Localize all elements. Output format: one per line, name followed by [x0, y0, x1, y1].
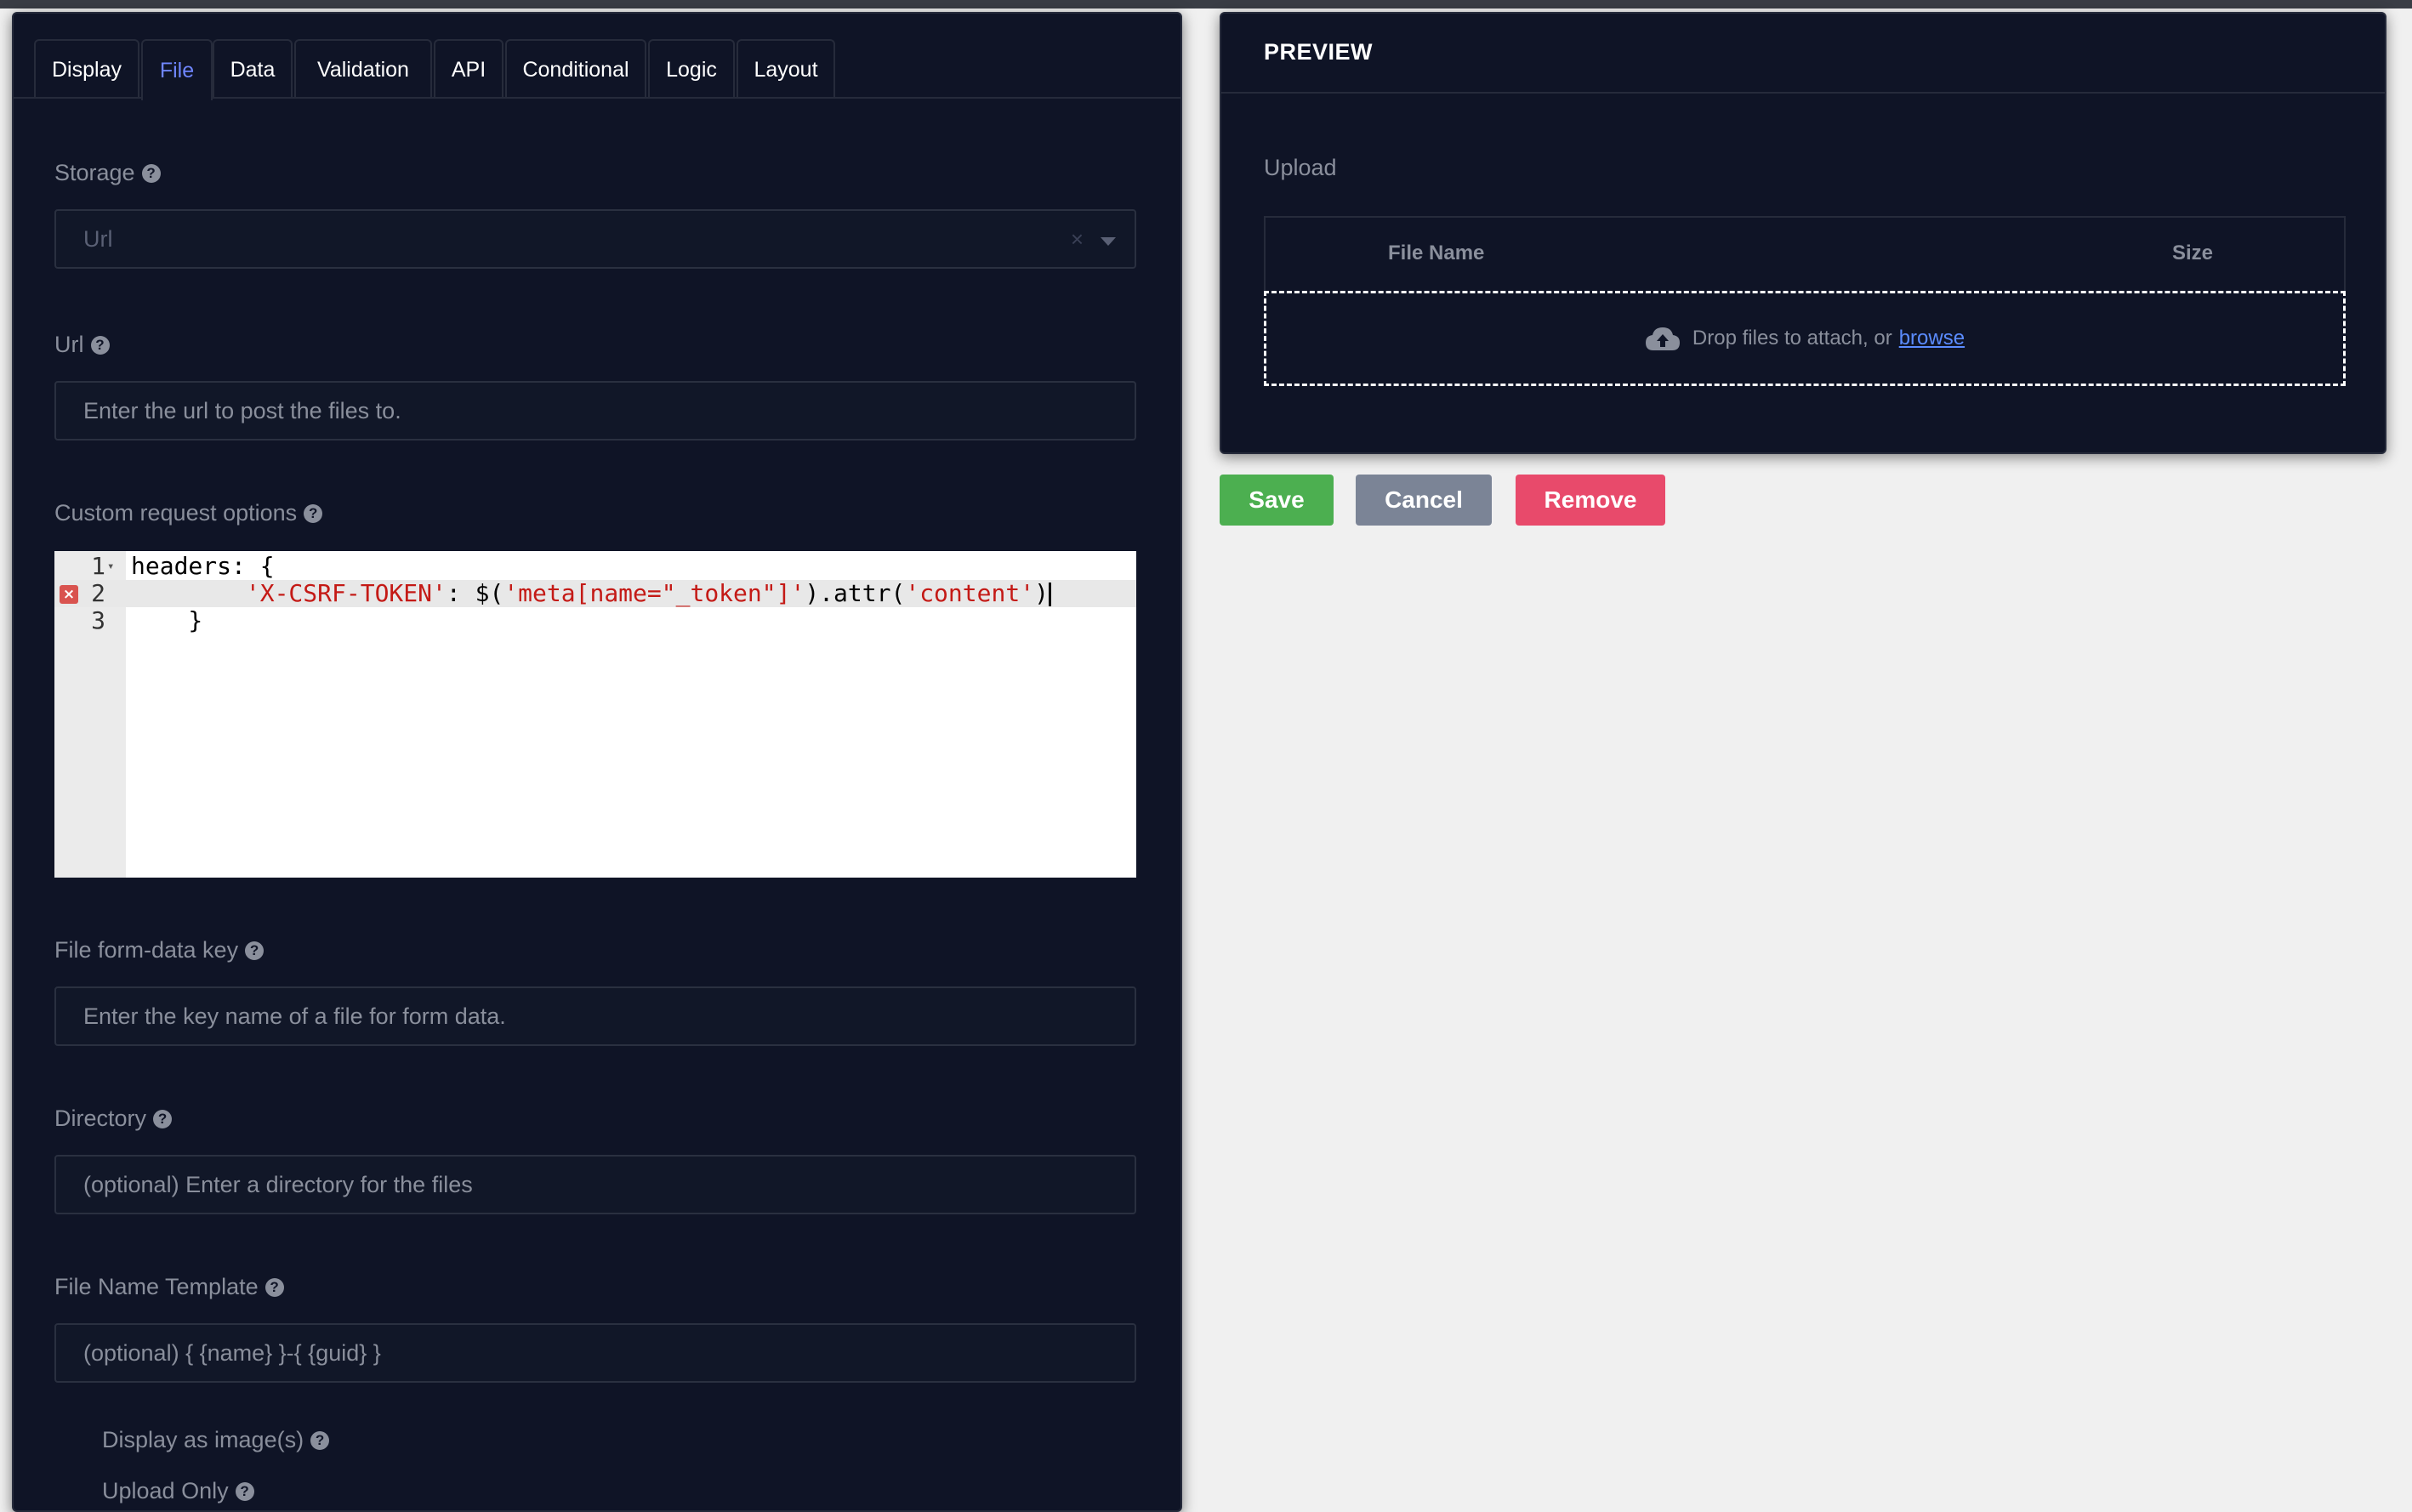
- storage-label-text: Storage: [54, 160, 135, 185]
- directory-label-text: Directory: [54, 1106, 147, 1131]
- url-input[interactable]: Enter the url to post the files to.: [54, 381, 1136, 441]
- display-as-image-label: Display as image(s): [102, 1427, 304, 1452]
- line-number: 2: [91, 579, 105, 607]
- text-cursor: [1048, 583, 1051, 606]
- tab-file[interactable]: File: [141, 39, 213, 100]
- code-line[interactable]: × 2 'X-CSRF-TOKEN': $('meta[name="_token…: [54, 580, 1136, 607]
- help-icon[interactable]: ?: [141, 163, 161, 183]
- storage-select-value: Url: [83, 225, 113, 252]
- window-top-strip: [0, 0, 2412, 9]
- file-name-template-label-text: File Name Template: [54, 1274, 259, 1299]
- file-name-template-label: File Name Template ?: [54, 1274, 284, 1300]
- column-header-size: Size: [2172, 242, 2214, 264]
- code-line[interactable]: 3 }: [54, 607, 1136, 634]
- drop-files-text: Drop files to attach, or: [1692, 327, 1892, 350]
- file-name-template-placeholder: (optional) { {name} }-{ {guid} }: [83, 1339, 381, 1366]
- directory-input[interactable]: (optional) Enter a directory for the fil…: [54, 1155, 1136, 1214]
- code-line[interactable]: 1 ▾ headers: {: [54, 553, 1136, 580]
- clear-icon[interactable]: ×: [1071, 226, 1084, 253]
- remove-button[interactable]: Remove: [1516, 475, 1665, 526]
- tab-display[interactable]: Display: [34, 39, 139, 99]
- fold-arrow-icon[interactable]: ▾: [107, 553, 114, 580]
- file-table-header: File Name Size: [1264, 216, 2346, 293]
- tab-api[interactable]: API: [434, 39, 503, 99]
- form-data-key-input[interactable]: Enter the key name of a file for form da…: [54, 986, 1136, 1046]
- storage-label: Storage ?: [54, 160, 161, 186]
- tab-validation[interactable]: Validation: [294, 39, 432, 99]
- custom-request-options-label: Custom request options ?: [54, 500, 323, 526]
- tab-layout[interactable]: Layout: [737, 39, 835, 99]
- chevron-down-icon[interactable]: [1101, 237, 1116, 246]
- code-plain: ): [1034, 579, 1049, 607]
- display-as-image-checkbox[interactable]: Display as image(s) ?: [102, 1427, 330, 1453]
- file-dropzone[interactable]: Drop files to attach, or browse: [1264, 291, 2346, 386]
- save-button[interactable]: Save: [1220, 475, 1334, 526]
- help-icon[interactable]: ?: [90, 335, 110, 355]
- url-label-text: Url: [54, 332, 84, 357]
- line-number: 3: [91, 606, 105, 634]
- custom-request-options-label-text: Custom request options: [54, 500, 298, 526]
- upload-label: Upload: [1264, 155, 1337, 180]
- line-number: 1: [91, 552, 105, 580]
- form-data-key-placeholder: Enter the key name of a file for form da…: [83, 1003, 506, 1029]
- form-data-key-label: File form-data key ?: [54, 937, 265, 963]
- help-icon[interactable]: ?: [245, 941, 265, 960]
- browse-link[interactable]: browse: [1899, 327, 1965, 350]
- code-string: 'content': [905, 579, 1035, 607]
- help-icon[interactable]: ?: [304, 503, 323, 523]
- directory-label: Directory ?: [54, 1106, 173, 1132]
- form-data-key-label-text: File form-data key: [54, 937, 239, 963]
- url-label: Url ?: [54, 332, 110, 358]
- code-text: 'X-CSRF-TOKEN': $('meta[name="_token"]')…: [131, 580, 1051, 607]
- tab-conditional[interactable]: Conditional: [505, 39, 646, 99]
- tab-data[interactable]: Data: [213, 39, 293, 99]
- help-icon[interactable]: ?: [235, 1481, 254, 1501]
- column-header-file-name: File Name: [1388, 242, 1485, 264]
- code-editor[interactable]: 1 ▾ headers: { × 2 'X-CSRF-TOKEN': $('me…: [54, 551, 1136, 878]
- url-input-placeholder: Enter the url to post the files to.: [83, 397, 401, 423]
- upload-only-checkbox[interactable]: Upload Only ?: [102, 1478, 254, 1504]
- preview-header: PREVIEW: [1221, 14, 2385, 94]
- help-icon[interactable]: ?: [265, 1277, 284, 1297]
- component-edit-panel: Display File Data Validation API Conditi…: [12, 12, 1182, 1512]
- directory-placeholder: (optional) Enter a directory for the fil…: [83, 1171, 473, 1197]
- code-plain: ).attr(: [805, 579, 906, 607]
- settings-tabs: Display File Data Validation API Conditi…: [14, 14, 1180, 100]
- preview-title: PREVIEW: [1264, 39, 1374, 65]
- help-icon[interactable]: ?: [310, 1430, 330, 1450]
- code-plain: : $(: [446, 579, 504, 607]
- code-text: }: [131, 606, 203, 634]
- cloud-upload-icon: [1645, 325, 1681, 352]
- code-string: 'meta[name="_token"]': [503, 579, 805, 607]
- help-icon[interactable]: ?: [153, 1109, 173, 1128]
- storage-select[interactable]: Url ×: [54, 209, 1136, 269]
- file-name-template-input[interactable]: (optional) { {name} }-{ {guid} }: [54, 1323, 1136, 1383]
- code-text: headers: {: [131, 552, 275, 580]
- upload-only-label: Upload Only: [102, 1478, 229, 1503]
- tab-logic[interactable]: Logic: [648, 39, 735, 99]
- preview-panel: PREVIEW Upload File Name Size Drop files…: [1220, 12, 2386, 454]
- code-string: 'X-CSRF-TOKEN': [245, 579, 447, 607]
- cancel-button[interactable]: Cancel: [1356, 475, 1492, 526]
